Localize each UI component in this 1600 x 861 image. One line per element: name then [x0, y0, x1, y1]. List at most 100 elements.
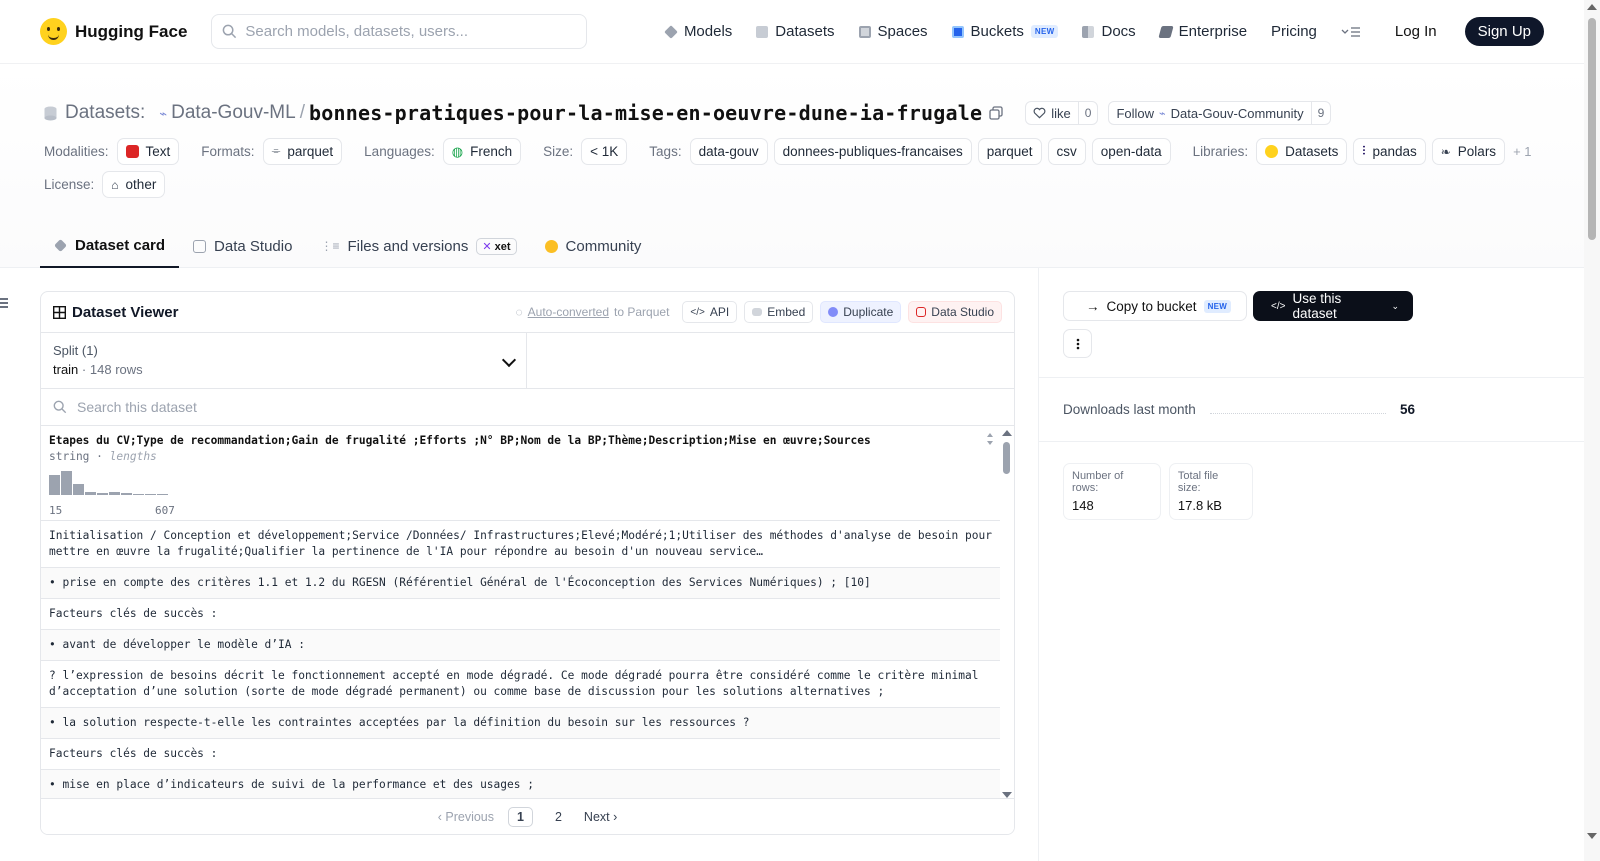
like-label: like — [1051, 105, 1071, 121]
table-scrollbar[interactable] — [1000, 428, 1014, 798]
bucket-icon — [951, 25, 964, 38]
nav-models-label: Models — [683, 23, 733, 40]
tab-community[interactable]: Community — [531, 224, 656, 268]
scrollbar-thumb[interactable] — [1003, 442, 1010, 474]
more-options-button[interactable] — [1063, 329, 1092, 358]
page-scrollbar-thumb[interactable] — [1588, 18, 1596, 240]
format-tag[interactable]: ⌯ parquet — [262, 138, 343, 165]
histogram-bar[interactable] — [49, 474, 60, 495]
scroll-up-icon[interactable] — [1587, 4, 1597, 10]
page-scrollbar[interactable] — [1584, 0, 1600, 861]
table-row[interactable]: • prise en compte des critères 1.1 et 1.… — [41, 568, 1000, 599]
table-row[interactable]: Facteurs clés de succès : — [41, 739, 1000, 770]
table-row[interactable]: • avant de développer le modèle d’IA : — [41, 630, 1000, 661]
nav-pricing[interactable]: Pricing — [1271, 23, 1317, 40]
tab-dataset-card[interactable]: Dataset card — [40, 224, 180, 268]
split-rows: 148 rows — [89, 362, 143, 377]
formats-label: Formats: — [201, 144, 255, 159]
viewer-header: Dataset Viewer ◌ Auto-converted to Parquet… — [41, 292, 1014, 333]
column-name[interactable]: Etapes du CV;Type de recommandation;Gain… — [49, 434, 992, 447]
histogram-bar[interactable] — [61, 471, 72, 495]
duplicate-button[interactable]: Duplicate — [820, 301, 902, 323]
library-tag-polars[interactable]: ❧ Polars — [1431, 138, 1506, 165]
next-page-button[interactable]: Next › — [584, 810, 617, 824]
previous-page-button[interactable]: ‹ Previous — [438, 810, 494, 824]
datasets-label[interactable]: Datasets: — [65, 102, 145, 124]
histogram-bar[interactable] — [85, 492, 96, 495]
nav-links: Models Datasets Spaces Buckets NEW Docs E… — [664, 17, 1544, 46]
login-button[interactable]: Log In — [1395, 23, 1437, 40]
scroll-up-icon[interactable] — [1002, 430, 1012, 436]
nav-spaces[interactable]: Spaces — [858, 23, 928, 40]
bank-icon: ⌂ — [111, 177, 119, 192]
tag-chip[interactable]: csv — [1047, 138, 1086, 165]
modalities-label: Modalities: — [44, 144, 109, 159]
table-row[interactable]: Facteurs clés de succès : — [41, 599, 1000, 630]
pandas-icon: ⫶ — [1362, 144, 1366, 158]
table-row[interactable]: ? l’expression de besoins décrit le fonc… — [41, 661, 1000, 708]
histogram-bar[interactable] — [109, 492, 120, 495]
sort-icon[interactable] — [986, 432, 994, 446]
use-this-dataset-button[interactable]: </> Use this dataset ⌄ — [1253, 291, 1413, 321]
tag-chip[interactable]: donnees-publiques-francaises — [773, 138, 972, 165]
search-input[interactable]: Search models, datasets, users... — [211, 14, 588, 49]
library-tag-datasets[interactable]: Datasets — [1256, 138, 1348, 165]
size-tag[interactable]: < 1K — [581, 138, 628, 165]
org-link[interactable]: ⌁ Data-Gouv-ML — [159, 102, 295, 124]
histogram-bar[interactable] — [121, 493, 132, 495]
nav-datasets[interactable]: Datasets — [756, 23, 835, 40]
language-tag[interactable]: ◍ French — [442, 138, 522, 165]
page-button-2[interactable]: 2 — [547, 808, 570, 826]
data-studio-button[interactable]: Data Studio — [908, 301, 1002, 323]
nav-buckets[interactable]: Buckets NEW — [951, 23, 1059, 40]
more-libraries[interactable]: + 1 — [1513, 144, 1531, 159]
page-button-1[interactable]: 1 — [508, 806, 533, 827]
auto-converted-link[interactable]: Auto-converted — [528, 305, 609, 319]
tab-files-and-versions[interactable]: ⋮≡ Files and versions ✕ xet — [306, 224, 530, 268]
histogram-bar[interactable] — [97, 492, 108, 495]
brand-logo[interactable]: Hugging Face — [40, 18, 187, 45]
embed-button[interactable]: Embed — [744, 301, 814, 323]
languages-label: Languages: — [364, 144, 435, 159]
dataset-search-input[interactable]: Search this dataset — [41, 389, 1014, 426]
section-divider — [1038, 441, 1584, 442]
tag-chip[interactable]: open-data — [1091, 138, 1171, 165]
histogram-max: 607 — [155, 504, 175, 517]
histogram-bar[interactable] — [133, 493, 144, 495]
nav-models[interactable]: Models — [664, 23, 733, 40]
modality-tag[interactable]: Text — [116, 138, 180, 165]
follow-button[interactable]: Follow ⌁ Data-Gouv-Community 9 — [1108, 101, 1332, 125]
file-size-label: Total file size: — [1177, 470, 1219, 494]
table-row[interactable]: • mise en place d’indicateurs de suivi d… — [41, 770, 1000, 801]
histogram-bar[interactable] — [145, 493, 156, 495]
split-selector[interactable]: Split (1) train · 148 rows — [41, 333, 527, 388]
dataset-viewer: Dataset Viewer ◌ Auto-converted to Parquet… — [40, 291, 1015, 835]
license-tag[interactable]: ⌂ other — [102, 171, 166, 198]
tag-chip[interactable]: data-gouv — [689, 138, 768, 165]
library-tag-pandas[interactable]: ⫶ pandas — [1353, 138, 1426, 165]
more-menu-button[interactable] — [1341, 26, 1361, 38]
nav-docs[interactable]: Docs — [1082, 23, 1136, 40]
embed-icon — [752, 308, 763, 316]
sidebar-actions: → Copy to bucket NEW </> Use this dataset ⌄ — [1063, 291, 1415, 321]
signup-button[interactable]: Sign Up — [1464, 17, 1544, 46]
histogram-bar[interactable] — [157, 493, 168, 495]
table-row[interactable]: • la solution respecte-t-elle les contra… — [41, 708, 1000, 739]
copy-icon[interactable] — [989, 106, 1003, 120]
dataset-search-placeholder: Search this dataset — [77, 399, 197, 415]
api-button[interactable]: </> API — [682, 301, 738, 323]
dataset-name[interactable]: bonnes-pratiques-pour-la-mise-en-oeuvre-… — [309, 101, 982, 125]
table-row[interactable]: Initialisation / Conception et développe… — [41, 521, 1000, 568]
like-button[interactable]: like 0 — [1025, 101, 1099, 125]
sidebar-toggle-icon[interactable] — [0, 298, 8, 310]
histogram-bar[interactable] — [73, 484, 84, 495]
nav-enterprise[interactable]: Enterprise — [1158, 23, 1247, 40]
nav-docs-label: Docs — [1101, 23, 1136, 40]
next-label: Next — [583, 809, 610, 824]
tab-data-studio[interactable]: Data Studio — [179, 224, 306, 268]
copy-to-bucket-button[interactable]: → Copy to bucket NEW — [1063, 291, 1247, 321]
scroll-down-icon[interactable] — [1587, 833, 1597, 839]
split-value: train · 148 rows — [53, 362, 514, 377]
tag-chip[interactable]: parquet — [977, 138, 1042, 165]
database-icon — [756, 25, 769, 38]
